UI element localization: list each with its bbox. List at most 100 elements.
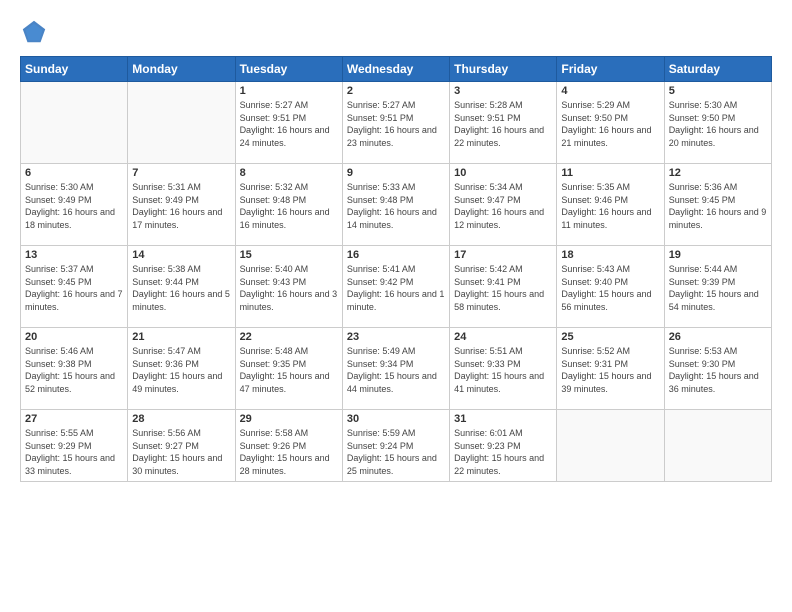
day-number: 17 bbox=[454, 249, 552, 261]
week-row-3: 13 Sunrise: 5:37 AM Sunset: 9:45 PM Dayli… bbox=[21, 246, 772, 328]
day-info: Sunrise: 5:29 AM Sunset: 9:50 PM Dayligh… bbox=[561, 99, 659, 149]
day-header-wednesday: Wednesday bbox=[342, 57, 449, 82]
day-number: 13 bbox=[25, 249, 123, 261]
calendar-cell: 9 Sunrise: 5:33 AM Sunset: 9:48 PM Daylig… bbox=[342, 164, 449, 246]
calendar: SundayMondayTuesdayWednesdayThursdayFrid… bbox=[20, 56, 772, 482]
week-row-5: 27 Sunrise: 5:55 AM Sunset: 9:29 PM Dayli… bbox=[21, 410, 772, 482]
calendar-cell: 23 Sunrise: 5:49 AM Sunset: 9:34 PM Dayli… bbox=[342, 328, 449, 410]
day-number: 1 bbox=[240, 85, 338, 97]
week-row-2: 6Sunrise: 5:30 AM Sunset: 9:49 PM Daylig… bbox=[21, 164, 772, 246]
calendar-cell: 19Sunrise: 5:44 AM Sunset: 9:39 PM Dayli… bbox=[664, 246, 771, 328]
day-number: 31 bbox=[454, 413, 552, 425]
day-info: Sunrise: 5:30 AM Sunset: 9:49 PM Dayligh… bbox=[25, 181, 123, 231]
calendar-cell: 15Sunrise: 5:40 AM Sunset: 9:43 PM Dayli… bbox=[235, 246, 342, 328]
day-header-monday: Monday bbox=[128, 57, 235, 82]
calendar-cell: 26 Sunrise: 5:53 AM Sunset: 9:30 PM Dayli… bbox=[664, 328, 771, 410]
week-row-1: 1 Sunrise: 5:27 AM Sunset: 9:51 PM Daylig… bbox=[21, 82, 772, 164]
day-number: 16 bbox=[347, 249, 445, 261]
calendar-cell: 18 Sunrise: 5:43 AM Sunset: 9:40 PM Dayli… bbox=[557, 246, 664, 328]
day-info: Sunrise: 5:34 AM Sunset: 9:47 PM Dayligh… bbox=[454, 181, 552, 231]
calendar-cell: 8 Sunrise: 5:32 AM Sunset: 9:48 PM Daylig… bbox=[235, 164, 342, 246]
day-info: Sunrise: 5:51 AM Sunset: 9:33 PM Dayligh… bbox=[454, 345, 552, 395]
day-info: Sunrise: 5:38 AM Sunset: 9:44 PM Dayligh… bbox=[132, 263, 230, 313]
calendar-cell: 2Sunrise: 5:27 AM Sunset: 9:51 PM Daylig… bbox=[342, 82, 449, 164]
calendar-cell: 14Sunrise: 5:38 AM Sunset: 9:44 PM Dayli… bbox=[128, 246, 235, 328]
day-number: 23 bbox=[347, 331, 445, 343]
day-number: 11 bbox=[561, 167, 659, 179]
calendar-cell: 16 Sunrise: 5:41 AM Sunset: 9:42 PM Dayli… bbox=[342, 246, 449, 328]
day-info: Sunrise: 5:37 AM Sunset: 9:45 PM Dayligh… bbox=[25, 263, 123, 313]
day-number: 2 bbox=[347, 85, 445, 97]
calendar-cell: 3Sunrise: 5:28 AM Sunset: 9:51 PM Daylig… bbox=[450, 82, 557, 164]
day-number: 7 bbox=[132, 167, 230, 179]
day-info: Sunrise: 5:49 AM Sunset: 9:34 PM Dayligh… bbox=[347, 345, 445, 395]
day-number: 9 bbox=[347, 167, 445, 179]
day-info: Sunrise: 5:35 AM Sunset: 9:46 PM Dayligh… bbox=[561, 181, 659, 231]
calendar-cell bbox=[557, 410, 664, 482]
day-number: 28 bbox=[132, 413, 230, 425]
day-info: Sunrise: 5:56 AM Sunset: 9:27 PM Dayligh… bbox=[132, 427, 230, 477]
day-info: Sunrise: 5:41 AM Sunset: 9:42 PM Dayligh… bbox=[347, 263, 445, 313]
calendar-cell: 11 Sunrise: 5:35 AM Sunset: 9:46 PM Dayli… bbox=[557, 164, 664, 246]
day-header-sunday: Sunday bbox=[21, 57, 128, 82]
day-info: Sunrise: 5:59 AM Sunset: 9:24 PM Dayligh… bbox=[347, 427, 445, 477]
day-info: Sunrise: 5:42 AM Sunset: 9:41 PM Dayligh… bbox=[454, 263, 552, 313]
day-info: Sunrise: 5:28 AM Sunset: 9:51 PM Dayligh… bbox=[454, 99, 552, 149]
day-info: Sunrise: 5:53 AM Sunset: 9:30 PM Dayligh… bbox=[669, 345, 767, 395]
day-number: 21 bbox=[132, 331, 230, 343]
day-info: Sunrise: 5:48 AM Sunset: 9:35 PM Dayligh… bbox=[240, 345, 338, 395]
day-info: Sunrise: 5:44 AM Sunset: 9:39 PM Dayligh… bbox=[669, 263, 767, 313]
day-number: 27 bbox=[25, 413, 123, 425]
day-info: Sunrise: 5:52 AM Sunset: 9:31 PM Dayligh… bbox=[561, 345, 659, 395]
calendar-body: 1 Sunrise: 5:27 AM Sunset: 9:51 PM Daylig… bbox=[21, 82, 772, 482]
day-info: Sunrise: 5:33 AM Sunset: 9:48 PM Dayligh… bbox=[347, 181, 445, 231]
calendar-cell bbox=[128, 82, 235, 164]
day-number: 5 bbox=[669, 85, 767, 97]
calendar-header-row: SundayMondayTuesdayWednesdayThursdayFrid… bbox=[21, 57, 772, 82]
calendar-cell: 28 Sunrise: 5:56 AM Sunset: 9:27 PM Dayli… bbox=[128, 410, 235, 482]
day-number: 24 bbox=[454, 331, 552, 343]
logo bbox=[20, 18, 52, 46]
calendar-cell: 1 Sunrise: 5:27 AM Sunset: 9:51 PM Daylig… bbox=[235, 82, 342, 164]
day-number: 15 bbox=[240, 249, 338, 261]
calendar-cell: 5 Sunrise: 5:30 AM Sunset: 9:50 PM Daylig… bbox=[664, 82, 771, 164]
day-info: Sunrise: 5:31 AM Sunset: 9:49 PM Dayligh… bbox=[132, 181, 230, 231]
day-number: 20 bbox=[25, 331, 123, 343]
calendar-cell: 27 Sunrise: 5:55 AM Sunset: 9:29 PM Dayli… bbox=[21, 410, 128, 482]
day-number: 18 bbox=[561, 249, 659, 261]
calendar-cell: 17 Sunrise: 5:42 AM Sunset: 9:41 PM Dayli… bbox=[450, 246, 557, 328]
day-info: Sunrise: 6:01 AM Sunset: 9:23 PM Dayligh… bbox=[454, 427, 552, 477]
calendar-cell: 4 Sunrise: 5:29 AM Sunset: 9:50 PM Daylig… bbox=[557, 82, 664, 164]
day-number: 8 bbox=[240, 167, 338, 179]
day-info: Sunrise: 5:47 AM Sunset: 9:36 PM Dayligh… bbox=[132, 345, 230, 395]
header bbox=[20, 18, 772, 46]
day-number: 26 bbox=[669, 331, 767, 343]
calendar-cell: 21 Sunrise: 5:47 AM Sunset: 9:36 PM Dayli… bbox=[128, 328, 235, 410]
day-header-saturday: Saturday bbox=[664, 57, 771, 82]
day-number: 25 bbox=[561, 331, 659, 343]
calendar-cell: 12 Sunrise: 5:36 AM Sunset: 9:45 PM Dayli… bbox=[664, 164, 771, 246]
day-info: Sunrise: 5:36 AM Sunset: 9:45 PM Dayligh… bbox=[669, 181, 767, 231]
day-info: Sunrise: 5:30 AM Sunset: 9:50 PM Dayligh… bbox=[669, 99, 767, 149]
day-number: 10 bbox=[454, 167, 552, 179]
calendar-cell: 24 Sunrise: 5:51 AM Sunset: 9:33 PM Dayli… bbox=[450, 328, 557, 410]
day-info: Sunrise: 5:55 AM Sunset: 9:29 PM Dayligh… bbox=[25, 427, 123, 477]
page: SundayMondayTuesdayWednesdayThursdayFrid… bbox=[0, 0, 792, 612]
day-info: Sunrise: 5:27 AM Sunset: 9:51 PM Dayligh… bbox=[240, 99, 338, 149]
calendar-cell: 7 Sunrise: 5:31 AM Sunset: 9:49 PM Daylig… bbox=[128, 164, 235, 246]
day-number: 4 bbox=[561, 85, 659, 97]
calendar-cell: 30Sunrise: 5:59 AM Sunset: 9:24 PM Dayli… bbox=[342, 410, 449, 482]
calendar-cell: 22Sunrise: 5:48 AM Sunset: 9:35 PM Dayli… bbox=[235, 328, 342, 410]
day-header-thursday: Thursday bbox=[450, 57, 557, 82]
day-number: 29 bbox=[240, 413, 338, 425]
day-info: Sunrise: 5:43 AM Sunset: 9:40 PM Dayligh… bbox=[561, 263, 659, 313]
calendar-cell: 25 Sunrise: 5:52 AM Sunset: 9:31 PM Dayli… bbox=[557, 328, 664, 410]
calendar-cell: 20Sunrise: 5:46 AM Sunset: 9:38 PM Dayli… bbox=[21, 328, 128, 410]
day-header-tuesday: Tuesday bbox=[235, 57, 342, 82]
day-info: Sunrise: 5:32 AM Sunset: 9:48 PM Dayligh… bbox=[240, 181, 338, 231]
day-info: Sunrise: 5:58 AM Sunset: 9:26 PM Dayligh… bbox=[240, 427, 338, 477]
calendar-cell: 31 Sunrise: 6:01 AM Sunset: 9:23 PM Dayli… bbox=[450, 410, 557, 482]
day-number: 12 bbox=[669, 167, 767, 179]
week-row-4: 20Sunrise: 5:46 AM Sunset: 9:38 PM Dayli… bbox=[21, 328, 772, 410]
calendar-cell: 29 Sunrise: 5:58 AM Sunset: 9:26 PM Dayli… bbox=[235, 410, 342, 482]
